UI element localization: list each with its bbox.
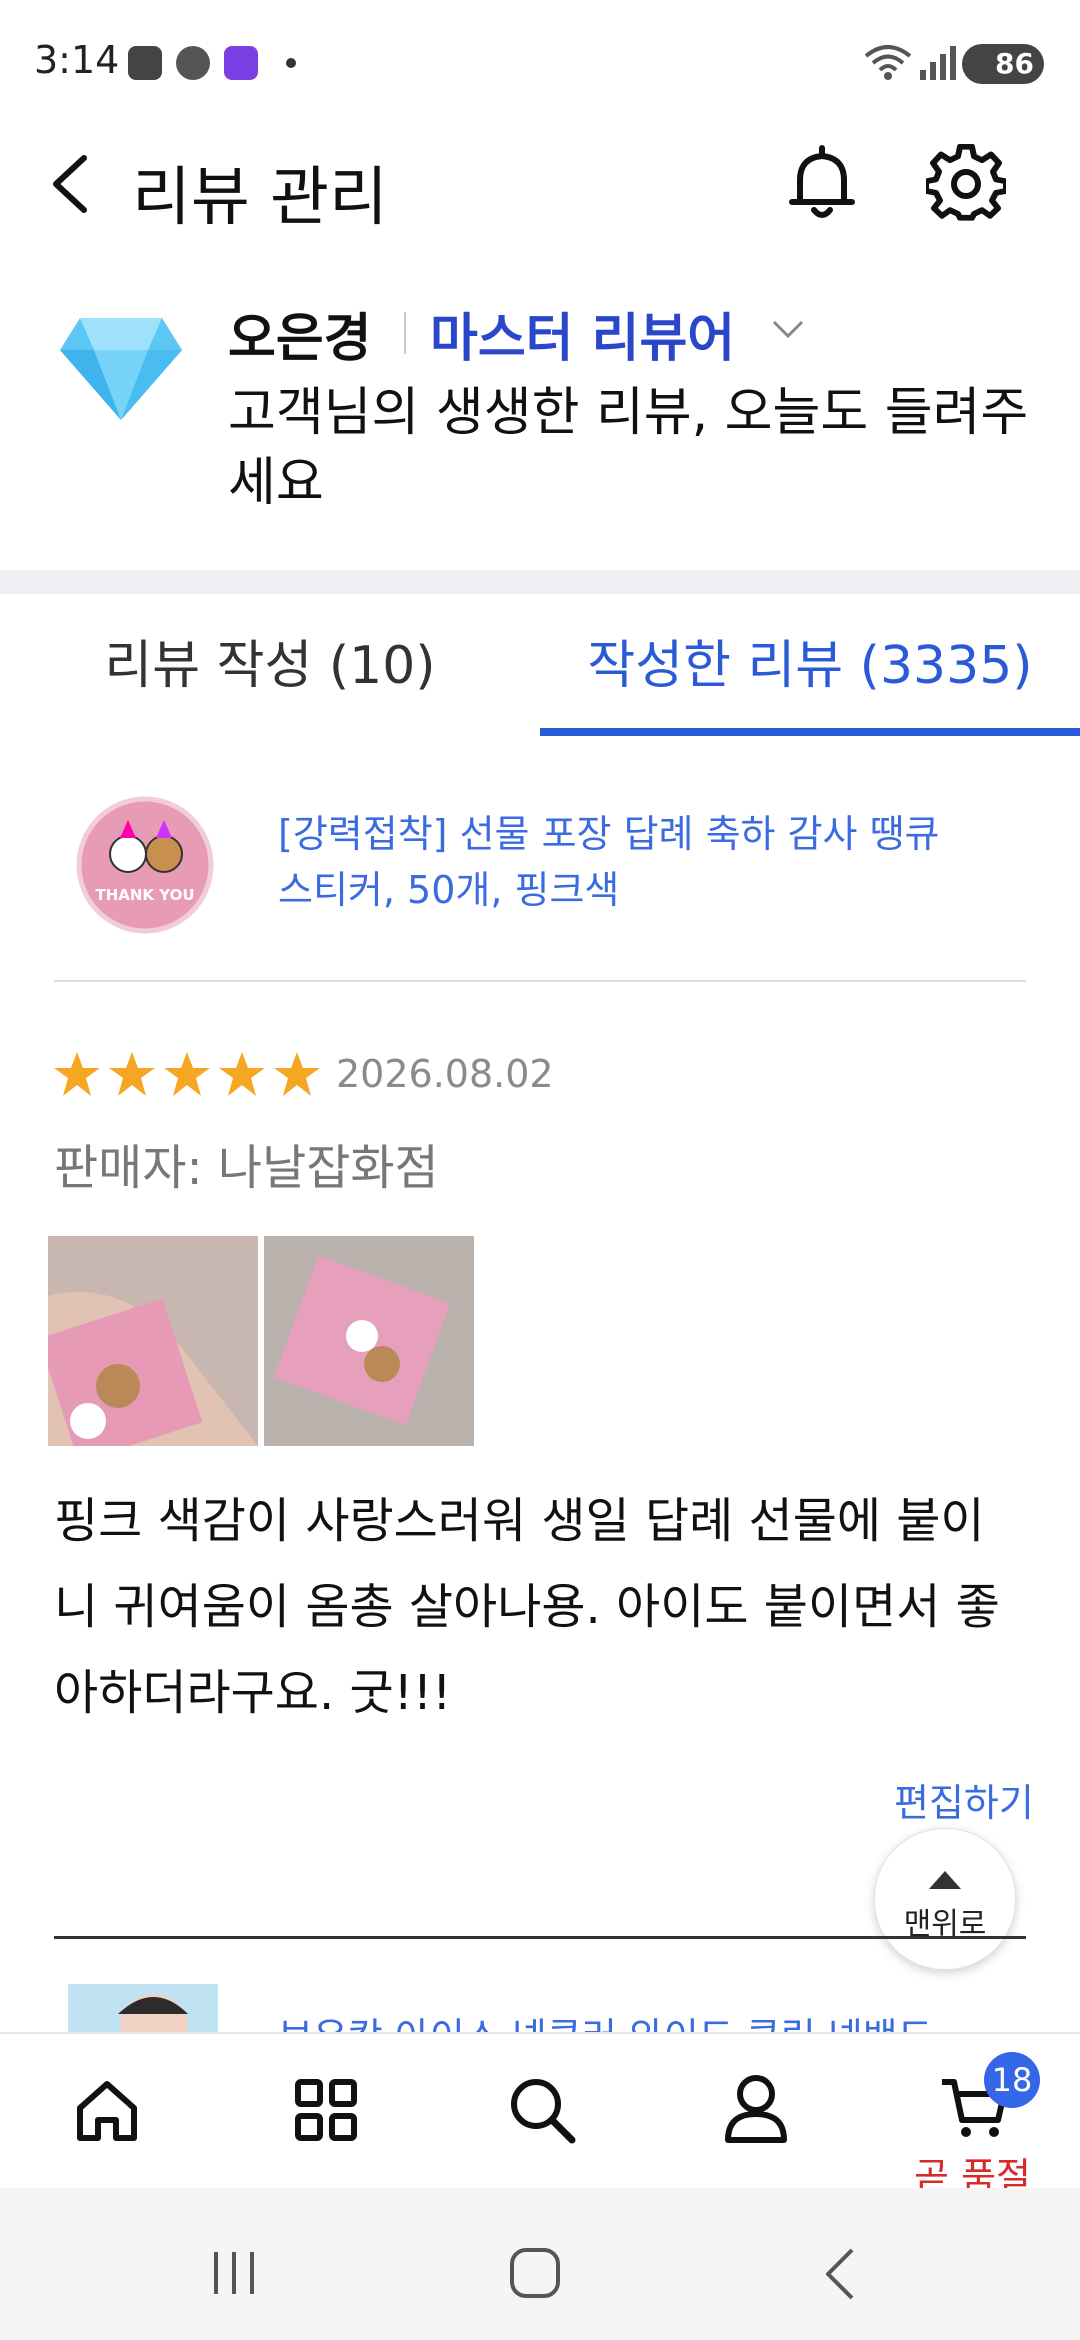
star-icon — [219, 1052, 265, 1096]
my-account-icon[interactable] — [724, 2074, 788, 2144]
diamond-grade-icon — [60, 318, 182, 420]
tab-write-review[interactable]: 리뷰 작성 (10) — [0, 600, 540, 732]
system-back-icon[interactable] — [822, 2246, 858, 2302]
signal-icon — [920, 46, 956, 80]
review-body: 핑크 색감이 사랑스러워 생일 답례 선물에 붙이니 귀여움이 옴총 살아나용.… — [54, 1493, 1000, 1721]
edit-review-link[interactable]: 편집하기 — [894, 1772, 1034, 1827]
star-icon — [164, 1052, 210, 1096]
star-icon — [109, 1052, 155, 1096]
bell-icon[interactable] — [786, 144, 858, 224]
system-navigation-bar — [0, 2188, 1080, 2340]
settings-gear-icon[interactable] — [926, 144, 1006, 224]
tab-written-reviews[interactable]: 작성한 리뷰 (3335) — [540, 600, 1080, 732]
back-arrow-icon[interactable] — [44, 152, 100, 216]
home-icon[interactable] — [74, 2078, 140, 2144]
recent-apps-icon[interactable] — [208, 2248, 260, 2298]
cart-count-badge: 18 — [984, 2052, 1040, 2108]
next-product-thumbnail[interactable] — [68, 1984, 218, 2036]
page-title: 리뷰 관리 — [132, 161, 388, 235]
name-grade-separator — [404, 312, 406, 354]
review-photo-2[interactable] — [264, 1236, 474, 1446]
reviewer-grade[interactable]: 마스터 리뷰어 — [430, 296, 735, 371]
profile-subtitle: 고객님의 생생한 리뷰, 오늘도 들려주세요 — [228, 383, 1029, 513]
star-rating — [52, 1050, 324, 1104]
user-name: 오은경 — [228, 309, 372, 369]
chevron-down-icon[interactable] — [770, 318, 806, 342]
status-bar: 3:14 86 — [0, 0, 1080, 130]
battery-indicator: 86 — [962, 44, 1044, 84]
product-thumbnail-text: THANK YOU — [95, 886, 195, 904]
c-app-icon — [176, 46, 210, 80]
review-divider — [54, 1936, 1026, 1939]
star-icon — [274, 1052, 320, 1096]
review-photo-1[interactable] — [48, 1236, 258, 1446]
star-icon — [54, 1052, 100, 1096]
home-button-icon[interactable] — [508, 2246, 562, 2300]
seller-name: 판매자: 나날잡화점 — [54, 1140, 439, 1196]
samsung-app-icon — [128, 46, 162, 80]
review-date: 2026.08.02 — [336, 1052, 554, 1096]
active-tab-indicator — [540, 728, 1080, 736]
lock-app-icon — [224, 46, 258, 80]
notification-dot-icon — [286, 58, 296, 68]
search-icon[interactable] — [508, 2076, 576, 2144]
wifi-icon — [864, 45, 912, 80]
category-grid-icon[interactable] — [294, 2078, 358, 2142]
product-name-link[interactable]: [강력접착] 선물 포장 답례 축하 감사 땡큐 스티커, 50개, 핑크색 — [278, 806, 978, 918]
status-time: 3:14 — [34, 38, 120, 82]
caret-up-icon — [929, 1871, 961, 1889]
product-thumbnail[interactable]: THANK YOU — [72, 792, 218, 938]
scroll-to-top-button[interactable]: 맨위로 — [874, 1828, 1016, 1970]
product-divider — [54, 980, 1026, 982]
section-divider — [0, 570, 1080, 594]
